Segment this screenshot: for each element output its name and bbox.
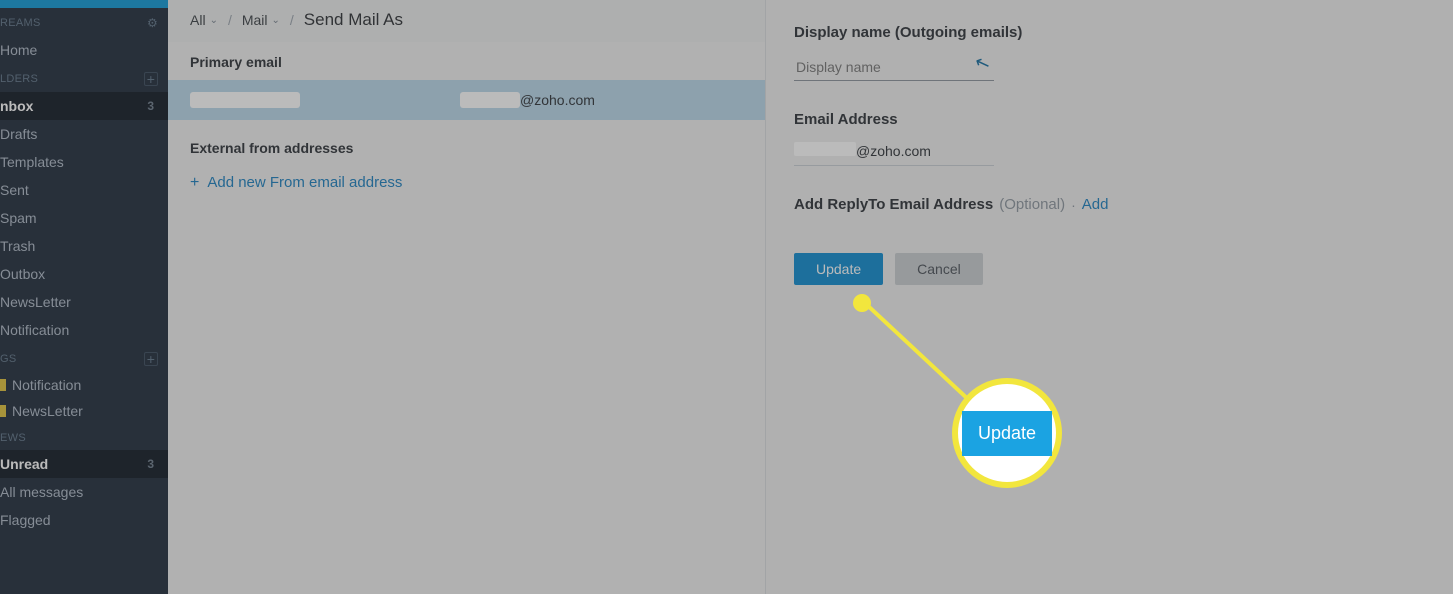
email-address-label: Email Address xyxy=(794,111,1425,128)
tags-header-label: GS xyxy=(0,353,17,365)
streams-header-label: REAMS xyxy=(0,17,41,29)
gear-icon[interactable]: ⚙ xyxy=(147,16,158,30)
sidebar-item-label: Drafts xyxy=(0,126,37,142)
sidebar-item-drafts[interactable]: Drafts xyxy=(0,120,168,148)
sidebar-item-label: NewsLetter xyxy=(0,294,71,310)
sidebar-item-sent[interactable]: Sent xyxy=(0,176,168,204)
tag-color-icon xyxy=(0,405,6,417)
display-name-field: Display name (Outgoing emails) ↖ xyxy=(794,24,1425,81)
update-button[interactable]: Update xyxy=(794,253,883,285)
breadcrumb-label: Mail xyxy=(242,12,268,28)
breadcrumb-sep: / xyxy=(290,12,294,28)
send-mail-as-panel: Display name (Outgoing emails) ↖ Email A… xyxy=(765,0,1453,594)
sidebar-view-allmessages[interactable]: All messages xyxy=(0,478,168,506)
add-folder-icon[interactable]: + xyxy=(144,72,158,86)
redacted-name xyxy=(190,92,300,108)
cancel-button[interactable]: Cancel xyxy=(895,253,983,285)
primary-email-name xyxy=(190,92,430,106)
breadcrumb-label: All xyxy=(190,12,206,28)
sidebar-item-label: Templates xyxy=(0,154,64,170)
tag-notification[interactable]: Notification xyxy=(0,372,168,398)
add-tag-icon[interactable]: + xyxy=(144,352,158,366)
plus-icon: + xyxy=(190,175,199,191)
replyto-optional: (Optional) xyxy=(999,196,1065,213)
display-name-input[interactable] xyxy=(794,55,994,81)
tag-label: NewsLetter xyxy=(12,403,83,419)
separator-dot: · xyxy=(1071,197,1076,213)
chevron-down-icon: ⌄ xyxy=(210,15,218,26)
tag-newsletter[interactable]: NewsLetter xyxy=(0,398,168,424)
sidebar-item-label: Spam xyxy=(0,210,37,226)
views-header: EWS xyxy=(0,424,168,450)
sidebar-item-label: Unread xyxy=(0,456,48,472)
sidebar-top-accent xyxy=(0,0,168,8)
replyto-row: Add ReplyTo Email Address (Optional) · A… xyxy=(794,196,1425,213)
primary-email-address: @zoho.com xyxy=(460,92,595,108)
add-from-label: Add new From email address xyxy=(207,174,402,191)
sidebar-item-label: Trash xyxy=(0,238,35,254)
email-domain: @zoho.com xyxy=(856,143,931,159)
tags-header: GS + xyxy=(0,344,168,372)
sidebar: REAMS ⚙ Home LDERS + nbox 3 Drafts Templ… xyxy=(0,0,168,594)
redacted-email-local xyxy=(794,142,856,156)
chevron-down-icon: ⌄ xyxy=(272,15,280,26)
breadcrumb-all[interactable]: All ⌄ xyxy=(190,12,218,28)
folders-header: LDERS + xyxy=(0,64,168,92)
email-domain: @zoho.com xyxy=(520,92,595,108)
sidebar-item-label: nbox xyxy=(0,98,33,114)
sidebar-view-flagged[interactable]: Flagged xyxy=(0,506,168,534)
replyto-label: Add ReplyTo Email Address xyxy=(794,196,993,213)
sidebar-item-label: Sent xyxy=(0,182,29,198)
breadcrumb-sep: / xyxy=(228,12,232,28)
main-panel: All ⌄ / Mail ⌄ / Send Mail As Primary em… xyxy=(168,0,1453,594)
email-address-value[interactable]: @zoho.com xyxy=(794,142,994,166)
inbox-count: 3 xyxy=(147,99,156,113)
replyto-add-link[interactable]: Add xyxy=(1082,196,1109,213)
sidebar-item-newsletter[interactable]: NewsLetter xyxy=(0,288,168,316)
unread-count: 3 xyxy=(147,457,156,471)
sidebar-item-home[interactable]: Home xyxy=(0,36,168,64)
tag-label: Notification xyxy=(12,377,81,393)
sidebar-item-label: All messages xyxy=(0,484,83,500)
page-title: Send Mail As xyxy=(304,10,403,30)
email-address-field: Email Address @zoho.com xyxy=(794,111,1425,166)
sidebar-item-inbox[interactable]: nbox 3 xyxy=(0,92,168,120)
sidebar-item-label: Notification xyxy=(0,322,69,338)
views-header-label: EWS xyxy=(0,432,26,444)
streams-header: REAMS ⚙ xyxy=(0,8,168,36)
tag-color-icon xyxy=(0,379,6,391)
sidebar-item-outbox[interactable]: Outbox xyxy=(0,260,168,288)
sidebar-item-label: Flagged xyxy=(0,512,51,528)
sidebar-item-trash[interactable]: Trash xyxy=(0,232,168,260)
breadcrumb-mail[interactable]: Mail ⌄ xyxy=(242,12,280,28)
sidebar-item-templates[interactable]: Templates xyxy=(0,148,168,176)
redacted-email-local xyxy=(460,92,520,108)
folders-header-label: LDERS xyxy=(0,73,38,85)
sidebar-view-unread[interactable]: Unread 3 xyxy=(0,450,168,478)
display-name-label: Display name (Outgoing emails) xyxy=(794,24,1425,41)
sidebar-item-spam[interactable]: Spam xyxy=(0,204,168,232)
panel-buttons: Update Cancel xyxy=(794,253,1425,285)
sidebar-item-notification[interactable]: Notification xyxy=(0,316,168,344)
sidebar-item-label: Outbox xyxy=(0,266,45,282)
sidebar-item-label: Home xyxy=(0,42,37,58)
